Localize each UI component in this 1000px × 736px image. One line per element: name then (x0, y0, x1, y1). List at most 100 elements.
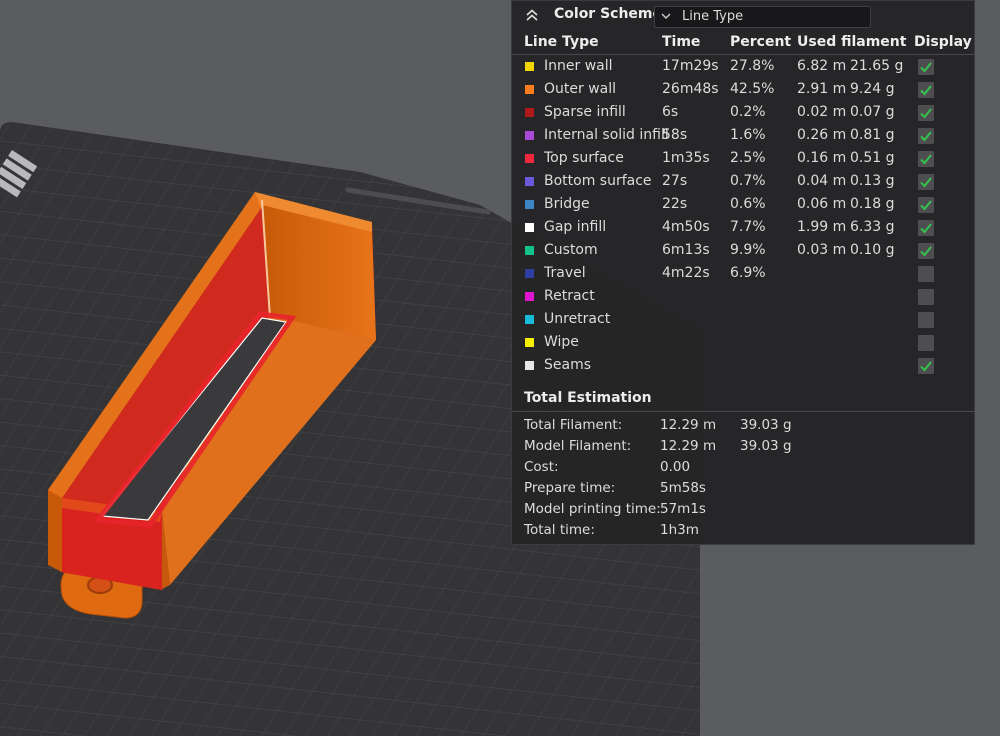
row-percent: 27.8% (730, 58, 775, 74)
line-type-row: Internal solid infill 58s 1.6% 0.26 m 0.81 g (512, 125, 974, 148)
display-checkbox[interactable] (918, 289, 934, 305)
line-type-row: Gap infill 4m50s 7.7% 1.99 m 6.33 g (512, 217, 974, 240)
row-name: Bottom surface (544, 173, 652, 189)
display-checkbox[interactable] (918, 128, 934, 144)
estimation-row: Total Filament: 12.29 m 39.03 g (512, 415, 974, 436)
estimation-v2: 39.03 g (740, 438, 792, 454)
display-checkbox[interactable] (918, 335, 934, 351)
checkmark-icon (920, 223, 932, 234)
color-swatch (525, 108, 534, 117)
row-percent: 1.6% (730, 127, 766, 143)
estimation-v1: 12.29 m (660, 438, 717, 454)
checkmark-icon (920, 131, 932, 142)
color-swatch (525, 361, 534, 370)
line-type-row: Custom 6m13s 9.9% 0.03 m 0.10 g (512, 240, 974, 263)
col-header-display: Display (914, 34, 972, 50)
col-header-percent: Percent (730, 34, 792, 50)
estimation-row: Total time: 1h3m (512, 520, 974, 541)
checkmark-icon (920, 177, 932, 188)
display-checkbox[interactable] (918, 59, 934, 75)
color-swatch (525, 292, 534, 301)
checkmark-icon (920, 108, 932, 119)
display-checkbox[interactable] (918, 358, 934, 374)
row-name: Sparse infill (544, 104, 626, 120)
row-time: 4m50s (662, 219, 710, 235)
total-estimation-title: Total Estimation (524, 390, 652, 406)
row-percent: 42.5% (730, 81, 775, 97)
row-length: 1.99 m (797, 219, 847, 235)
checkmark-icon (920, 246, 932, 257)
estimation-v1: 0.00 (660, 459, 691, 475)
row-percent: 0.6% (730, 196, 766, 212)
color-swatch (525, 177, 534, 186)
display-checkbox[interactable] (918, 151, 934, 167)
row-percent: 7.7% (730, 219, 766, 235)
row-weight: 0.10 g (850, 242, 895, 258)
color-swatch (525, 85, 534, 94)
checkmark-icon (920, 62, 932, 73)
legend-panel: Color Scheme Line Type Line Type Time Pe… (511, 0, 975, 545)
row-name: Retract (544, 288, 595, 304)
color-scheme-dropdown[interactable]: Line Type (654, 6, 871, 28)
row-percent: 0.7% (730, 173, 766, 189)
row-percent: 2.5% (730, 150, 766, 166)
row-length: 0.26 m (797, 127, 847, 143)
row-weight: 0.81 g (850, 127, 895, 143)
row-percent: 9.9% (730, 242, 766, 258)
row-time: 4m22s (662, 265, 710, 281)
estimation-v1: 12.29 m (660, 417, 717, 433)
col-header-time: Time (662, 34, 701, 50)
display-checkbox[interactable] (918, 312, 934, 328)
display-checkbox[interactable] (918, 243, 934, 259)
color-swatch (525, 131, 534, 140)
row-length: 6.82 m (797, 58, 847, 74)
row-length: 0.03 m (797, 242, 847, 258)
estimation-row: Cost: 0.00 (512, 457, 974, 478)
row-time: 6m13s (662, 242, 710, 258)
line-type-row: Unretract (512, 309, 974, 332)
chevron-down-icon (661, 13, 671, 19)
display-checkbox[interactable] (918, 197, 934, 213)
display-checkbox[interactable] (918, 105, 934, 121)
line-type-row: Top surface 1m35s 2.5% 0.16 m 0.51 g (512, 148, 974, 171)
color-swatch (525, 338, 534, 347)
row-time: 58s (662, 127, 688, 143)
line-type-row: Bottom surface 27s 0.7% 0.04 m 0.13 g (512, 171, 974, 194)
row-time: 27s (662, 173, 688, 189)
row-length: 0.16 m (797, 150, 847, 166)
row-time: 17m29s (662, 58, 719, 74)
estimation-label: Model Filament: (524, 438, 632, 454)
line-type-row: Travel 4m22s 6.9% (512, 263, 974, 286)
row-weight: 9.24 g (850, 81, 895, 97)
color-scheme-title: Color Scheme (554, 6, 663, 22)
row-length: 0.06 m (797, 196, 847, 212)
estimation-v1: 57m1s (660, 501, 706, 517)
line-type-row: Inner wall 17m29s 27.8% 6.82 m 21.65 g (512, 56, 974, 79)
row-name: Outer wall (544, 81, 617, 97)
legend-header: Color Scheme Line Type (512, 1, 974, 32)
line-type-row: Seams (512, 355, 974, 378)
row-percent: 0.2% (730, 104, 766, 120)
display-checkbox[interactable] (918, 266, 934, 282)
estimation-row: Model printing time: 57m1s (512, 499, 974, 520)
color-swatch (525, 246, 534, 255)
row-name: Inner wall (544, 58, 613, 74)
color-swatch (525, 315, 534, 324)
checkmark-icon (920, 154, 932, 165)
line-type-row: Retract (512, 286, 974, 309)
row-weight: 0.07 g (850, 104, 895, 120)
color-swatch (525, 154, 534, 163)
row-time: 26m48s (662, 81, 719, 97)
col-header-line-type: Line Type (524, 34, 599, 50)
row-weight: 0.18 g (850, 196, 895, 212)
display-checkbox[interactable] (918, 220, 934, 236)
estimation-row: Model Filament: 12.29 m 39.03 g (512, 436, 974, 457)
estimation-label: Prepare time: (524, 480, 616, 496)
display-checkbox[interactable] (918, 174, 934, 190)
row-time: 22s (662, 196, 688, 212)
col-header-used-filament: Used filament (797, 34, 907, 50)
display-checkbox[interactable] (918, 82, 934, 98)
double-chevron-up-icon[interactable] (524, 7, 540, 23)
dropdown-selected-value: Line Type (682, 9, 744, 24)
estimation-label: Total time: (524, 522, 595, 538)
